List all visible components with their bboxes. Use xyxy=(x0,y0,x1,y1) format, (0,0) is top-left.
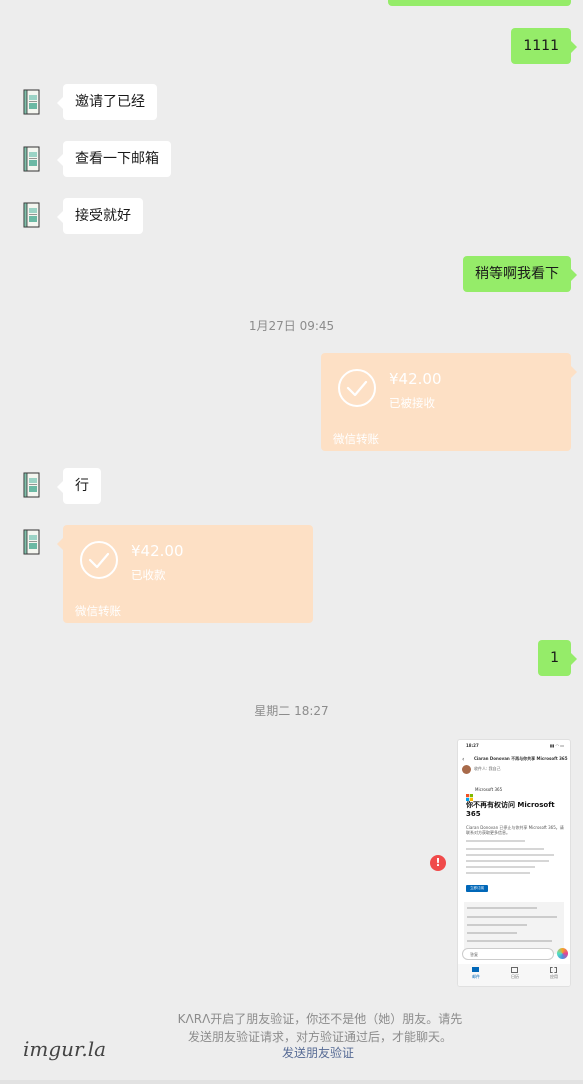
email-body: Ciaran Donovan 已停止与你共享 Microsoft 365。请联系… xyxy=(466,825,564,835)
message-bubble-self[interactable]: 1111 xyxy=(511,28,577,64)
message-text: 邀请了已经 xyxy=(75,94,145,110)
message-bubble-other[interactable]: 行 xyxy=(57,468,101,504)
book-avatar-icon xyxy=(23,146,40,172)
back-icon: ‹ xyxy=(462,756,465,763)
message-text: 接受就好 xyxy=(75,208,131,224)
tab-apps: 应用 xyxy=(550,974,558,979)
book-avatar-icon xyxy=(23,529,40,555)
reply-label: 答复 xyxy=(470,952,478,957)
message-text: 1111 xyxy=(523,38,559,54)
avatar[interactable] xyxy=(21,87,43,117)
status-bar-icons: ▮▮ ◠ ▭ xyxy=(549,743,564,748)
input-bar-edge xyxy=(0,1080,583,1084)
transfer-card-other[interactable]: ¥42.00 已收款 微信转账 xyxy=(57,525,313,623)
message-bubble-other[interactable]: 查看一下邮箱 xyxy=(57,141,171,177)
message-text: 查看一下邮箱 xyxy=(75,151,159,167)
microsoft-logo-icon xyxy=(466,786,473,801)
copilot-icon xyxy=(557,948,568,959)
check-circle-icon xyxy=(80,541,118,579)
transfer-status: 已被接收 xyxy=(389,396,435,410)
logo-text: Microsoft 365 xyxy=(475,787,503,792)
transfer-brand: 微信转账 xyxy=(75,604,121,618)
check-circle-icon xyxy=(338,369,376,407)
email-subject: Ciaran Donovan 不再与你共享 Microsoft 365 xyxy=(474,756,568,761)
email-bullets xyxy=(466,840,564,874)
book-avatar-icon xyxy=(23,89,40,115)
book-avatar-icon xyxy=(23,202,40,228)
timestamp: 星期二 18:27 xyxy=(254,704,329,718)
apps-tab-icon xyxy=(550,967,557,973)
email-sender: 收件人: 我自己 xyxy=(474,766,501,771)
tab-mail: 邮件 xyxy=(472,974,480,979)
tab-calendar: 日历 xyxy=(511,974,519,979)
timestamp: 1月27日 09:45 xyxy=(248,319,335,333)
status-bar-time: 18:27 xyxy=(466,743,479,748)
message-bubble-other[interactable]: 邀请了已经 xyxy=(57,84,157,120)
message-bubble-other[interactable]: 接受就好 xyxy=(57,198,143,234)
email-headline: 你不再有权访问 Microsoft 365 xyxy=(466,801,555,818)
mail-tab-icon xyxy=(472,967,479,972)
transfer-amount: ¥42.00 xyxy=(131,542,184,560)
message-bubble-self[interactable]: 稍等啊我看下 xyxy=(463,256,577,292)
image-message-thumbnail[interactable]: 18:27 ▮▮ ◠ ▭ ‹ Ciaran Donovan 不再与你共享 Mic… xyxy=(457,739,571,987)
partial-bubble-top xyxy=(388,0,571,6)
transfer-card-self[interactable]: ¥42.00 已被接收 微信转账 xyxy=(321,353,577,451)
message-text: 行 xyxy=(75,478,89,494)
transfer-status: 已收款 xyxy=(131,568,166,582)
sender-avatar xyxy=(462,765,471,774)
book-avatar-icon xyxy=(23,472,40,498)
message-text: 稍等啊我看下 xyxy=(475,266,559,282)
message-text: 1 xyxy=(550,650,559,666)
avatar[interactable] xyxy=(21,200,43,230)
avatar[interactable] xyxy=(21,527,43,557)
message-bubble-self[interactable]: 1 xyxy=(538,640,577,676)
send-verification-link[interactable]: 发送朋友验证 xyxy=(282,1044,354,1061)
friend-verification-notice: KΛRΛ开启了朋友验证，你还不是他（她）朋友。请先发送朋友验证请求，对方验证通过… xyxy=(177,1012,463,1044)
calendar-tab-icon xyxy=(511,967,518,973)
send-failed-icon[interactable]: ! xyxy=(430,855,446,871)
email-footer xyxy=(464,902,564,954)
subscribe-button: 立即订阅 xyxy=(466,885,488,892)
avatar[interactable] xyxy=(21,144,43,174)
watermark: imgur.la xyxy=(23,1037,107,1061)
transfer-amount: ¥42.00 xyxy=(389,370,442,388)
avatar[interactable] xyxy=(21,470,43,500)
transfer-brand: 微信转账 xyxy=(333,432,379,446)
